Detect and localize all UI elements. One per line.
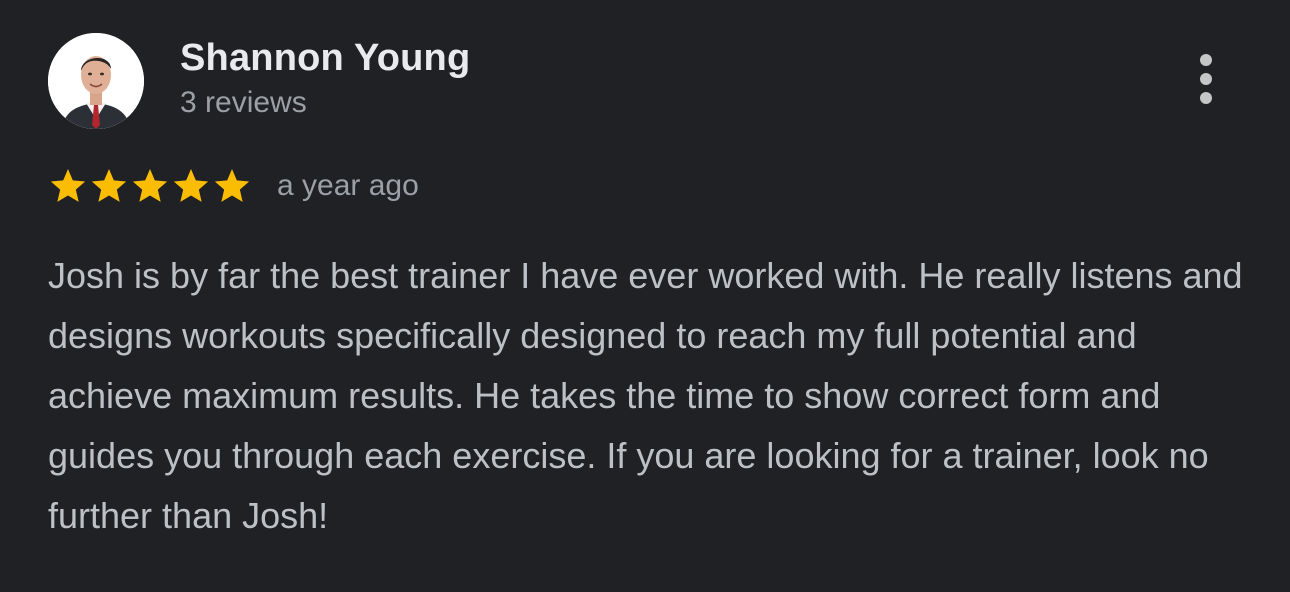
reviewer-name[interactable]: Shannon Young: [180, 37, 470, 80]
star-rating: [48, 166, 253, 206]
review-text: Josh is by far the best trainer I have e…: [48, 255, 1243, 536]
avatar-photo: [48, 33, 144, 129]
more-vertical-icon: [1200, 54, 1212, 104]
reviewer-avatar[interactable]: [48, 33, 144, 129]
review-count[interactable]: 3 reviews: [180, 86, 307, 120]
review-card: Shannon Young 3 reviews a year ago Josh …: [0, 0, 1290, 592]
star-icon: [50, 169, 86, 202]
rating-row: a year ago: [48, 164, 419, 208]
star-icon: [132, 169, 168, 202]
more-options-button[interactable]: [1186, 52, 1226, 106]
star-icon: [91, 169, 127, 202]
star-icon: [173, 169, 209, 202]
review-date: a year ago: [277, 169, 419, 202]
star-icon: [214, 169, 250, 202]
